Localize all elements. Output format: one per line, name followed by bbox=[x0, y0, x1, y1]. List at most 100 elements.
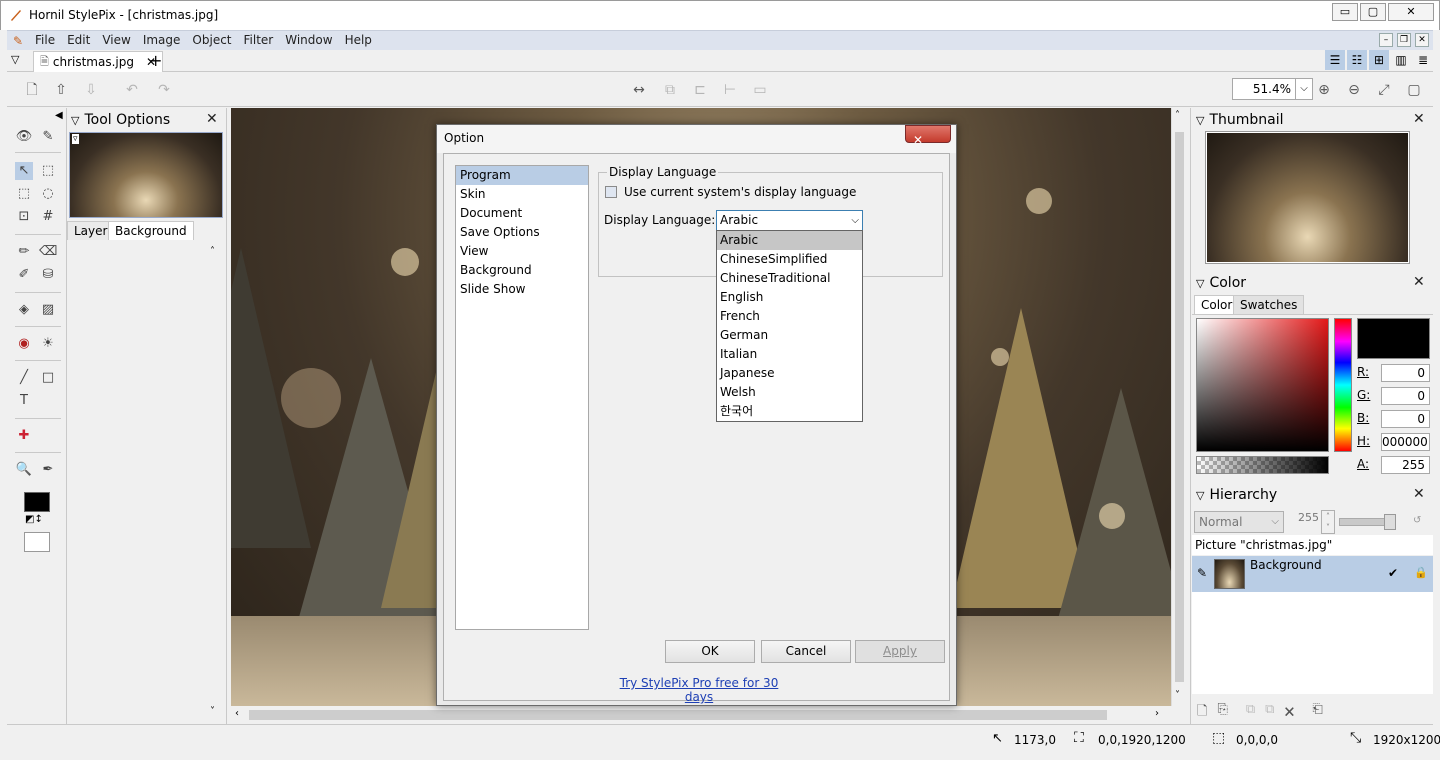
canvas-size-icon[interactable]: ▭ bbox=[751, 81, 769, 99]
undo-icon[interactable]: ↶ bbox=[123, 81, 141, 99]
eye-tool-icon[interactable]: 👁 bbox=[15, 128, 33, 146]
r-input[interactable]: 0 bbox=[1381, 364, 1430, 382]
display-language-select[interactable]: Arabic ⌵ bbox=[716, 210, 863, 231]
apply-button[interactable]: Apply bbox=[855, 640, 945, 663]
option-korean[interactable]: 한국어 bbox=[717, 402, 862, 421]
save-icon[interactable]: ⇩ bbox=[82, 81, 100, 99]
arrange-icon[interactable]: ⧉ bbox=[661, 81, 679, 99]
option-arabic[interactable]: Arabic bbox=[717, 231, 862, 250]
tab-list-icon[interactable]: ▽ bbox=[11, 53, 19, 66]
hex-input[interactable]: 000000 bbox=[1381, 433, 1430, 451]
scroll-left-icon[interactable]: ‹ bbox=[235, 708, 239, 719]
pattern-tool-icon[interactable]: ▨ bbox=[39, 301, 57, 319]
background-color-swatch[interactable] bbox=[24, 532, 50, 552]
category-background[interactable]: Background bbox=[456, 261, 588, 280]
thumbnail-image[interactable] bbox=[1205, 131, 1410, 264]
category-slide-show[interactable]: Slide Show bbox=[456, 280, 588, 299]
app-menu-icon[interactable]: ✎ bbox=[7, 34, 29, 48]
category-view[interactable]: View bbox=[456, 242, 588, 261]
scroll-up-icon[interactable]: ˄ bbox=[1175, 110, 1180, 121]
tab-background[interactable]: Background bbox=[108, 221, 194, 240]
text-tool-icon[interactable]: T bbox=[15, 392, 33, 410]
lock-icon[interactable]: 🔒 bbox=[1414, 566, 1428, 579]
opacity-stepper[interactable]: ˄ ˅ bbox=[1321, 510, 1335, 534]
reset-icon[interactable]: ↺ bbox=[1413, 515, 1421, 526]
option-welsh[interactable]: Welsh bbox=[717, 383, 862, 402]
zoom-dropdown-icon[interactable]: ⌵ bbox=[1295, 78, 1313, 100]
scroll-up-icon[interactable]: ˄ bbox=[210, 246, 215, 257]
hierarchy-close-icon[interactable]: ✕ bbox=[1413, 486, 1425, 502]
scroll-thumb[interactable] bbox=[1175, 132, 1184, 682]
preview-menu-icon[interactable]: ▿ bbox=[72, 134, 79, 144]
zoom-in-icon[interactable]: ⊕ bbox=[1315, 81, 1333, 99]
clip-tool-icon[interactable]: ✎ bbox=[39, 128, 57, 146]
option-chinese-traditional[interactable]: ChineseTraditional bbox=[717, 269, 862, 288]
cancel-button[interactable]: Cancel bbox=[761, 640, 851, 663]
canvas-vertical-scrollbar[interactable]: ˄ ˅ bbox=[1171, 108, 1187, 706]
menu-window[interactable]: Window bbox=[279, 31, 338, 50]
thumbnail-close-icon[interactable]: ✕ bbox=[1413, 111, 1425, 127]
fill-tool-icon[interactable]: ⛁ bbox=[39, 266, 57, 284]
swap-colors-icon[interactable]: ◩↕ bbox=[25, 514, 43, 525]
opacity-slider-handle[interactable] bbox=[1384, 514, 1396, 530]
scroll-down-icon[interactable]: ˅ bbox=[210, 706, 215, 717]
redo-icon[interactable]: ↷ bbox=[155, 81, 173, 99]
tab-swatches[interactable]: Swatches bbox=[1233, 295, 1305, 314]
brush-tool-icon[interactable]: ✏ bbox=[15, 243, 33, 261]
picture-row[interactable]: Picture "christmas.jpg" bbox=[1192, 535, 1433, 555]
new-tab-icon[interactable]: + bbox=[149, 51, 162, 70]
menu-image[interactable]: Image bbox=[137, 31, 187, 50]
maximize-button[interactable]: ▢ bbox=[1360, 3, 1386, 21]
menu-help[interactable]: Help bbox=[339, 31, 378, 50]
doc-minimize-icon[interactable]: – bbox=[1379, 33, 1393, 47]
clone-tool-icon[interactable]: ✐ bbox=[15, 266, 33, 284]
transform-tool-icon[interactable]: ⊡ bbox=[15, 208, 33, 226]
eraser-tool-icon[interactable]: ⌫ bbox=[39, 243, 57, 261]
open-icon[interactable]: ⇧ bbox=[52, 81, 70, 99]
collapse-arrow-icon[interactable]: ◀ bbox=[55, 110, 63, 121]
new-layer-icon[interactable]: 🗋 bbox=[1197, 702, 1207, 724]
line-tool-icon[interactable]: ╱ bbox=[15, 369, 33, 387]
red-eye-tool-icon[interactable]: ◉ bbox=[15, 335, 33, 353]
brightness-tool-icon[interactable]: ☀ bbox=[39, 335, 57, 353]
new-document-icon[interactable]: 🗋 bbox=[23, 81, 41, 99]
new-group-icon[interactable]: ⎘ bbox=[1217, 702, 1227, 724]
alpha-slider[interactable] bbox=[1196, 456, 1329, 474]
ok-button[interactable]: OK bbox=[665, 640, 755, 663]
canvas-horizontal-scrollbar[interactable]: ‹ › bbox=[231, 706, 1171, 724]
option-japanese[interactable]: Japanese bbox=[717, 364, 862, 383]
zoom-input[interactable]: 51.4% bbox=[1232, 78, 1296, 100]
collapse-icon[interactable]: ▽ bbox=[71, 114, 79, 127]
menu-object[interactable]: Object bbox=[186, 31, 237, 50]
blend-mode-select[interactable]: Normal ⌵ bbox=[1194, 511, 1284, 533]
collapse-icon[interactable]: ▽ bbox=[1196, 277, 1204, 290]
option-german[interactable]: German bbox=[717, 326, 862, 345]
tab-christmas-jpg[interactable]: 🗎 christmas.jpg ✕ bbox=[33, 51, 164, 72]
category-save-options[interactable]: Save Options bbox=[456, 223, 588, 242]
hue-slider[interactable] bbox=[1334, 318, 1352, 452]
list-view-icon[interactable]: ≣ bbox=[1413, 50, 1433, 70]
properties-icon[interactable]: ⎗ bbox=[1312, 702, 1322, 724]
distribute-icon[interactable]: ⊢ bbox=[721, 81, 739, 99]
alpha-input[interactable]: 255 bbox=[1381, 456, 1430, 474]
b-input[interactable]: 0 bbox=[1381, 410, 1430, 428]
marquee-tool-icon[interactable]: ⬚ bbox=[39, 162, 57, 180]
option-chinese-simplified[interactable]: ChineseSimplified bbox=[717, 250, 862, 269]
scroll-right-icon[interactable]: › bbox=[1155, 708, 1159, 719]
viewport-frame[interactable] bbox=[1206, 132, 1409, 263]
rect-select-icon[interactable]: ⬚ bbox=[15, 185, 33, 203]
navigator-panel-icon[interactable]: ⊞ bbox=[1369, 50, 1389, 70]
menu-view[interactable]: View bbox=[96, 31, 136, 50]
lasso-tool-icon[interactable]: ◌ bbox=[39, 185, 57, 203]
dialog-close-button[interactable]: ✕ bbox=[905, 125, 951, 147]
opacity-slider[interactable] bbox=[1339, 518, 1389, 526]
histogram-icon[interactable]: ▥ bbox=[1391, 50, 1411, 70]
scroll-thumb[interactable] bbox=[249, 710, 1107, 720]
crop-tool-icon[interactable]: # bbox=[39, 208, 57, 226]
category-skin[interactable]: Skin bbox=[456, 185, 588, 204]
menu-filter[interactable]: Filter bbox=[238, 31, 280, 50]
zoom-out-icon[interactable]: ⊖ bbox=[1345, 81, 1363, 99]
tool-options-close-icon[interactable]: ✕ bbox=[206, 111, 218, 127]
adjust-panel-icon[interactable]: ☰ bbox=[1325, 50, 1345, 70]
g-input[interactable]: 0 bbox=[1381, 387, 1430, 405]
